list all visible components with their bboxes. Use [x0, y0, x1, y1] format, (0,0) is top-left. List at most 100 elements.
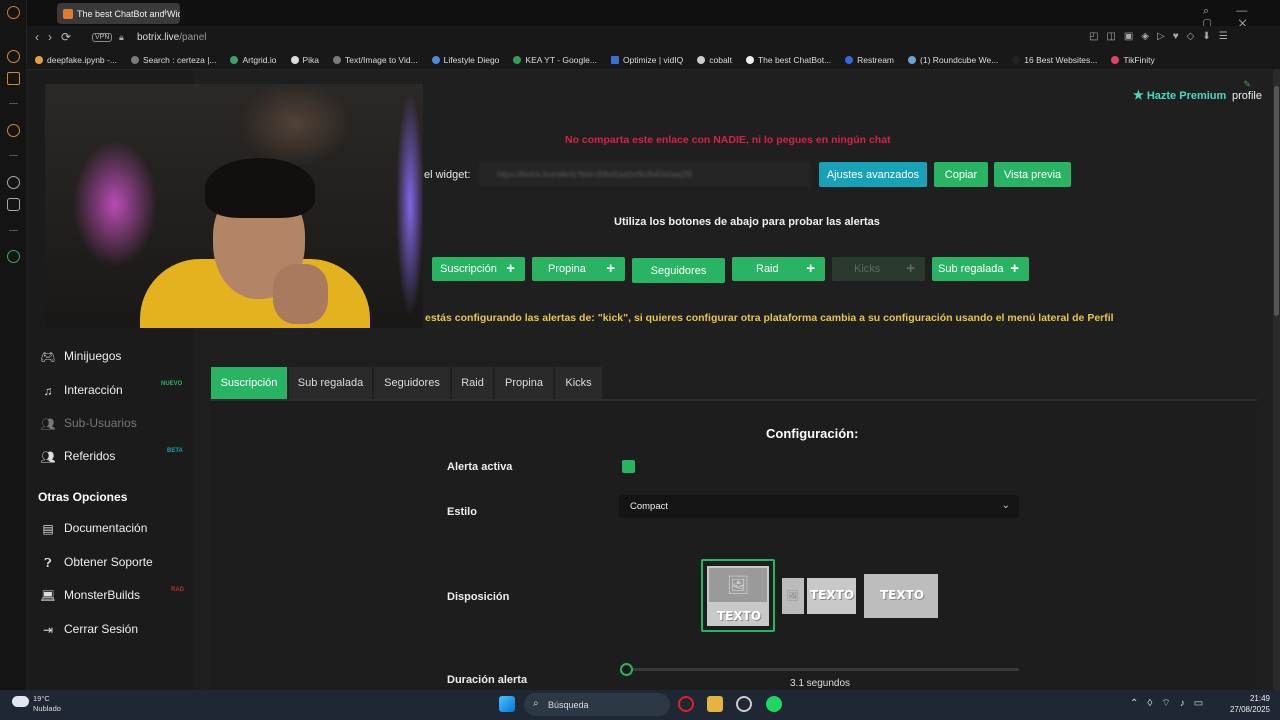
- test-kicks-button[interactable]: Kicks +: [832, 257, 925, 281]
- alert-active-checkbox[interactable]: [622, 460, 635, 473]
- music-icon: ♫: [43, 384, 53, 398]
- duration-slider[interactable]: [621, 668, 1019, 671]
- bookmark-item[interactable]: (1) Roundcube We...: [908, 55, 998, 65]
- new-tab-button[interactable]: +: [162, 5, 169, 19]
- tab-sub-regalada[interactable]: Sub regalada: [289, 367, 373, 399]
- config-title: Configuración:: [766, 426, 859, 441]
- bookmark-item[interactable]: cobalt: [697, 55, 732, 65]
- config-panel: [210, 399, 1257, 690]
- other-options-heading: Otras Opciones: [38, 490, 128, 504]
- layout-label: Disposición: [447, 591, 510, 603]
- sidebar-item-label: Minijuegos: [64, 349, 122, 363]
- scrollbar-thumb[interactable]: [1274, 86, 1279, 316]
- bookmark-item[interactable]: Restream: [845, 55, 894, 65]
- test-button-label: Propina: [548, 263, 586, 275]
- sidebar-item-label: Cerrar Sesión: [64, 622, 139, 636]
- test-button-label: Raid: [756, 263, 779, 275]
- sidebar-item-label: Interacción: [64, 383, 123, 397]
- profile-button[interactable]: ✎ profile: [1232, 79, 1262, 102]
- speed-dial-icon[interactable]: [7, 124, 20, 137]
- test-button-label: Kicks: [854, 263, 881, 275]
- opera-gx-icon[interactable]: [736, 696, 752, 712]
- layout-option-overlay[interactable]: TEXTO: [864, 574, 938, 618]
- sidebar-item-sub-usuarios[interactable]: 👥︎ Sub-Usuarios: [40, 416, 136, 431]
- bookmark-favicon-icon: [230, 55, 239, 64]
- windows-start-icon[interactable]: [499, 696, 515, 712]
- book-icon: ▤: [42, 522, 54, 536]
- vpn-badge[interactable]: VPN: [92, 33, 113, 42]
- tab-propina[interactable]: Propina: [495, 367, 554, 399]
- premium-link[interactable]: ★ Hazte Premium: [1133, 88, 1226, 102]
- plus-icon: +: [806, 260, 815, 277]
- test-button-label: Suscripción: [440, 263, 497, 275]
- aria-icon[interactable]: [7, 50, 20, 63]
- sidebar-item-referidos[interactable]: 👥︎ Referidos: [40, 449, 115, 464]
- test-tip-button[interactable]: Propina +: [532, 257, 625, 281]
- taskbar-clock[interactable]: 21:49 27/08/2025: [1226, 693, 1270, 715]
- widget-url-field[interactable]: https://botrix.live/alerts?bid=00bd5aa0e…: [479, 162, 811, 187]
- tab-seguidores[interactable]: Seguidores: [374, 367, 451, 399]
- search-icon: ⌕: [533, 698, 539, 709]
- cloud-icon: [12, 696, 29, 707]
- botrix-favicon-icon: [63, 8, 73, 19]
- nav-buttons[interactable]: ‹›⟳: [35, 30, 80, 44]
- lock-icon: 🔒︎: [119, 32, 124, 42]
- bookmark-item[interactable]: Lifestyle Diego: [431, 55, 499, 65]
- sidebar-item-interaccion[interactable]: ♫ Interacción: [40, 383, 123, 398]
- layout-preview: 🖼︎ TEXTO: [707, 566, 769, 626]
- image-icon: 🖼︎: [709, 568, 767, 602]
- system-tray[interactable]: ⌃◊⌔♪▭: [1130, 697, 1212, 710]
- copy-button[interactable]: Copiar: [934, 162, 988, 187]
- bookmark-item[interactable]: Optimize | vidIQ: [610, 55, 683, 65]
- url-field[interactable]: botrix.live/panel: [137, 32, 207, 43]
- url-host: botrix.live: [137, 32, 180, 43]
- tab-kicks[interactable]: Kicks: [555, 367, 603, 399]
- bookmark-item[interactable]: Search : certeza |...: [130, 55, 216, 65]
- bookmark-item[interactable]: KEA YT - Google...: [513, 55, 597, 65]
- whatsapp-icon[interactable]: [7, 176, 20, 189]
- bookmark-favicon-icon: [333, 55, 342, 64]
- sidebar-item-documentacion[interactable]: ▤ Documentación: [40, 521, 147, 536]
- plus-icon: +: [506, 260, 515, 277]
- bookmark-item[interactable]: TikFinity: [1111, 55, 1155, 65]
- share-warning: No comparta este enlace con NADIE, ni lo…: [565, 134, 891, 146]
- bookmark-item[interactable]: 16 Best Websites...: [1012, 55, 1097, 65]
- advanced-settings-button[interactable]: Ajustes avanzados: [819, 162, 927, 187]
- preview-button[interactable]: Vista previa: [994, 162, 1071, 187]
- duration-slider-handle[interactable]: [620, 663, 633, 676]
- workspace-icon[interactable]: [7, 72, 20, 85]
- duration-label: Duración alerta: [447, 674, 528, 686]
- test-subscription-button[interactable]: Suscripción +: [432, 257, 525, 281]
- bookmark-favicon-icon: [845, 55, 854, 64]
- profile-label: profile: [1232, 90, 1262, 102]
- bookmark-favicon-icon: [697, 55, 706, 64]
- layout-option-vertical[interactable]: 🖼︎ TEXTO: [701, 559, 775, 632]
- sidebar-item-soporte[interactable]: ❓︎ Obtener Soporte: [40, 555, 152, 570]
- sidebar-item-minijuegos[interactable]: 🎮︎ Minijuegos: [40, 349, 122, 364]
- layout-option-horizontal[interactable]: 🖼︎ TEXTO: [782, 578, 856, 614]
- test-gifted-sub-button[interactable]: Sub regalada +: [932, 257, 1029, 281]
- weather-widget[interactable]: 19°C Nublado: [12, 694, 61, 714]
- bookmark-item[interactable]: Artgrid.io: [230, 55, 277, 65]
- chatgpt-icon[interactable]: [7, 250, 20, 263]
- test-followers-button[interactable]: Seguidores: [632, 258, 725, 283]
- bookmark-item[interactable]: deepfake.ipynb -...: [35, 55, 117, 65]
- spotify-icon[interactable]: [766, 696, 782, 712]
- bookmark-item[interactable]: Pika: [290, 55, 319, 65]
- bookmark-item[interactable]: The best ChatBot...: [745, 55, 831, 65]
- folder-icon[interactable]: [707, 696, 723, 712]
- extension-icons[interactable]: ◰◫▣◈▷♥◇⬇☰: [1089, 31, 1236, 42]
- instagram-icon[interactable]: [7, 198, 20, 211]
- sidebar-item-cerrar-sesion[interactable]: ⇥ Cerrar Sesión: [40, 622, 139, 637]
- opera-taskbar-icon[interactable]: [678, 696, 694, 712]
- style-select[interactable]: Compact ⌄: [619, 495, 1019, 518]
- layout-preview: TEXTO: [864, 574, 938, 618]
- tab-suscripcion[interactable]: Suscripción: [211, 367, 288, 399]
- sidebar-item-monsterbuilds[interactable]: 💻︎ MonsterBuilds: [40, 588, 140, 603]
- taskbar-search[interactable]: ⌕ Búsqueda: [524, 693, 670, 716]
- bookmark-item[interactable]: Text/Image to Vid...: [333, 55, 418, 65]
- style-selected-value: Compact: [630, 501, 669, 512]
- tab-raid[interactable]: Raid: [452, 367, 494, 399]
- opera-logo-icon[interactable]: [7, 6, 20, 19]
- test-raid-button[interactable]: Raid +: [732, 257, 825, 281]
